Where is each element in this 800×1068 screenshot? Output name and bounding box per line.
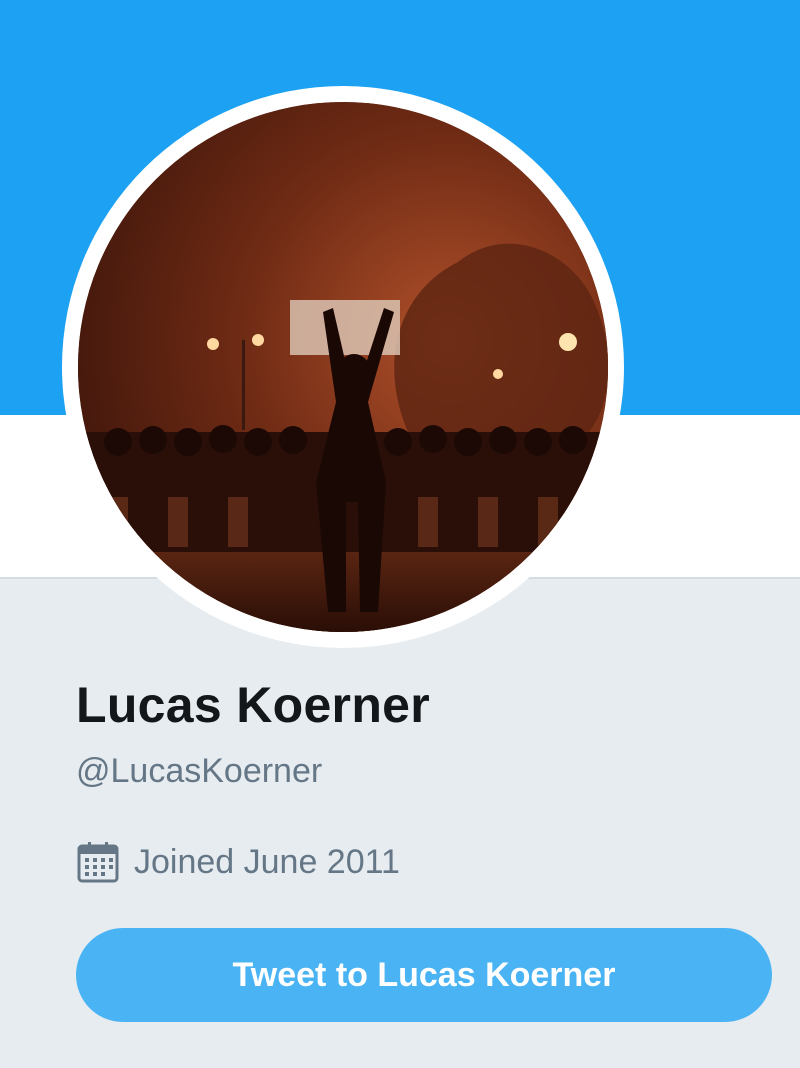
- username-handle[interactable]: @LucasKoerner: [76, 752, 322, 791]
- calendar-icon: [77, 842, 119, 883]
- join-date: Joined June 2011: [76, 838, 400, 886]
- display-name[interactable]: Lucas Koerner: [76, 676, 430, 734]
- avatar[interactable]: [78, 102, 608, 632]
- profile-card: Lucas Koerner @LucasKoerner Joined June …: [0, 0, 800, 1068]
- tweet-to-button[interactable]: Tweet to Lucas Koerner: [76, 928, 772, 1022]
- join-date-text: Joined June 2011: [134, 842, 400, 881]
- avatar-photo: [78, 102, 608, 632]
